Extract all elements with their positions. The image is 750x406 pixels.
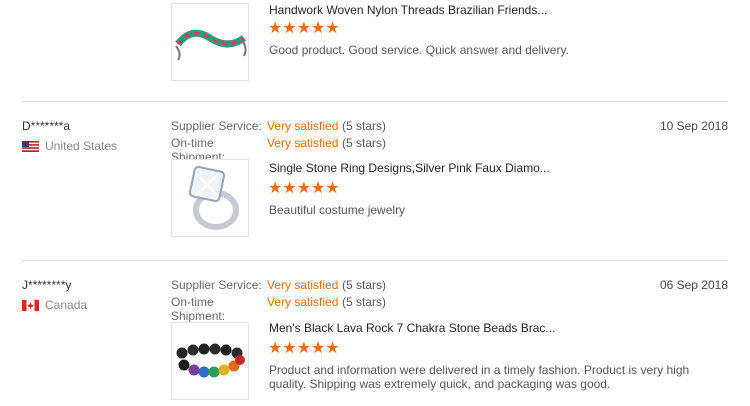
product-thumbnail-bracelet[interactable] xyxy=(171,3,249,81)
feedback-text: Good product. Good service. Quick answer… xyxy=(269,43,569,57)
reviewer-country: Canada xyxy=(22,298,87,312)
star-rating: ★★★★★ xyxy=(268,340,340,357)
shipment-value: Very satisfied xyxy=(267,136,339,150)
review-item: Handwork Woven Nylon Threads Brazilian F… xyxy=(0,0,750,100)
reviewer-name: D*******a xyxy=(22,119,71,133)
product-title-link[interactable]: Single Stone Ring Designs,Silver Pink Fa… xyxy=(269,161,550,175)
star-rating: ★★★★★ xyxy=(268,20,340,37)
us-flag-icon xyxy=(22,140,39,152)
supplier-service-stars: (5 stars) xyxy=(342,278,387,292)
supplier-service-value: Very satisfied xyxy=(267,119,339,133)
reviewer-country: United States xyxy=(22,139,117,153)
review-date: 10 Sep 2018 xyxy=(659,119,728,133)
review-item: J********y Canada Supplier Service: Very… xyxy=(0,261,750,406)
reviewer-name: J********y xyxy=(22,278,72,292)
canada-flag-icon xyxy=(22,299,39,311)
supplier-service-rating: Supplier Service: Very satisfied (5 star… xyxy=(171,278,386,292)
shipment-stars: (5 stars) xyxy=(342,136,387,150)
product-thumbnail-ring[interactable] xyxy=(171,159,249,237)
review-date: 06 Sep 2018 xyxy=(659,278,728,292)
star-rating: ★★★★★ xyxy=(268,180,340,197)
shipment-rating: On-time Shipment: Very satisfied (5 star… xyxy=(171,295,386,323)
country-name: United States xyxy=(45,139,118,153)
product-title-link[interactable]: Men's Black Lava Rock 7 Chakra Stone Bea… xyxy=(269,321,555,335)
shipment-value: Very satisfied xyxy=(267,295,339,309)
supplier-service-label: Supplier Service: xyxy=(171,119,262,133)
shipment-label: On-time Shipment: xyxy=(171,295,226,323)
product-thumbnail-bead-bracelet[interactable] xyxy=(171,322,249,400)
supplier-service-label: Supplier Service: xyxy=(171,278,262,292)
product-title-link[interactable]: Handwork Woven Nylon Threads Brazilian F… xyxy=(269,3,547,17)
shipment-stars: (5 stars) xyxy=(342,295,387,309)
supplier-service-stars: (5 stars) xyxy=(342,119,387,133)
supplier-service-rating: Supplier Service: Very satisfied (5 star… xyxy=(171,119,386,133)
feedback-text: Product and information were delivered i… xyxy=(269,363,690,391)
feedback-text: Beautiful costume jewelry xyxy=(269,203,406,217)
supplier-service-value: Very satisfied xyxy=(267,278,339,292)
country-name: Canada xyxy=(45,298,88,312)
review-item: D*******a United States Supplier Service… xyxy=(0,102,750,260)
